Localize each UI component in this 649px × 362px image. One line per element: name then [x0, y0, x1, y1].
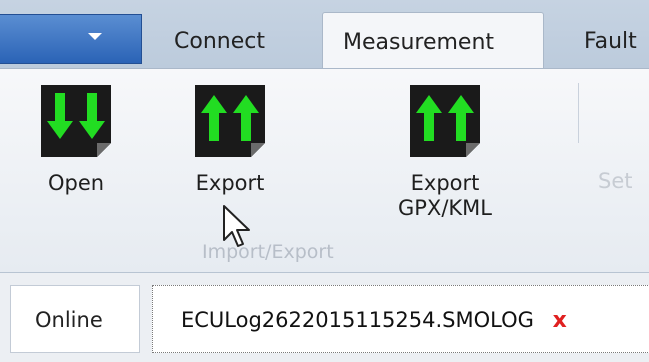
close-icon[interactable]: x — [553, 308, 567, 333]
tab-faults[interactable]: Fault — [560, 14, 649, 68]
upload-arrows-icon — [410, 85, 480, 157]
log-file-name: ECULog2622015115254.SMOLOG — [181, 308, 534, 332]
tab-measurement-label: Measurement — [343, 30, 495, 55]
tab-connect-label: Connect — [174, 29, 265, 54]
online-label: Online — [35, 308, 103, 332]
status-bar: Online ECULog2622015115254.SMOLOG x — [0, 273, 649, 362]
ribbon-tab-bar: Connect Measurement Fault — [0, 0, 649, 69]
export-gpx-label-line2: GPX/KML — [398, 196, 492, 220]
export-gpx-label-line1: Export — [410, 171, 480, 195]
application-menu-button[interactable] — [0, 14, 142, 64]
export-label: Export — [195, 171, 265, 195]
open-button[interactable]: Open — [26, 83, 126, 196]
set-button[interactable]: Set — [598, 169, 632, 193]
download-arrows-icon — [41, 85, 111, 157]
tab-connect[interactable]: Connect — [152, 14, 292, 68]
upload-arrows-icon — [195, 85, 265, 157]
open-label: Open — [47, 171, 105, 195]
online-status: Online — [10, 285, 140, 353]
tab-faults-label: Fault — [584, 29, 637, 54]
set-label: Set — [598, 169, 633, 193]
ribbon-panel: Open Export Export GPX/KML Set Import/Ex… — [0, 68, 649, 273]
mouse-cursor-icon — [223, 205, 250, 247]
log-file-tab[interactable]: ECULog2622015115254.SMOLOG x — [152, 285, 649, 353]
tab-measurement[interactable]: Measurement — [322, 12, 544, 69]
chevron-down-icon — [88, 33, 102, 40]
export-button[interactable]: Export — [170, 83, 290, 196]
export-gpx-kml-button[interactable]: Export GPX/KML — [370, 83, 520, 221]
ribbon-separator — [578, 83, 579, 143]
